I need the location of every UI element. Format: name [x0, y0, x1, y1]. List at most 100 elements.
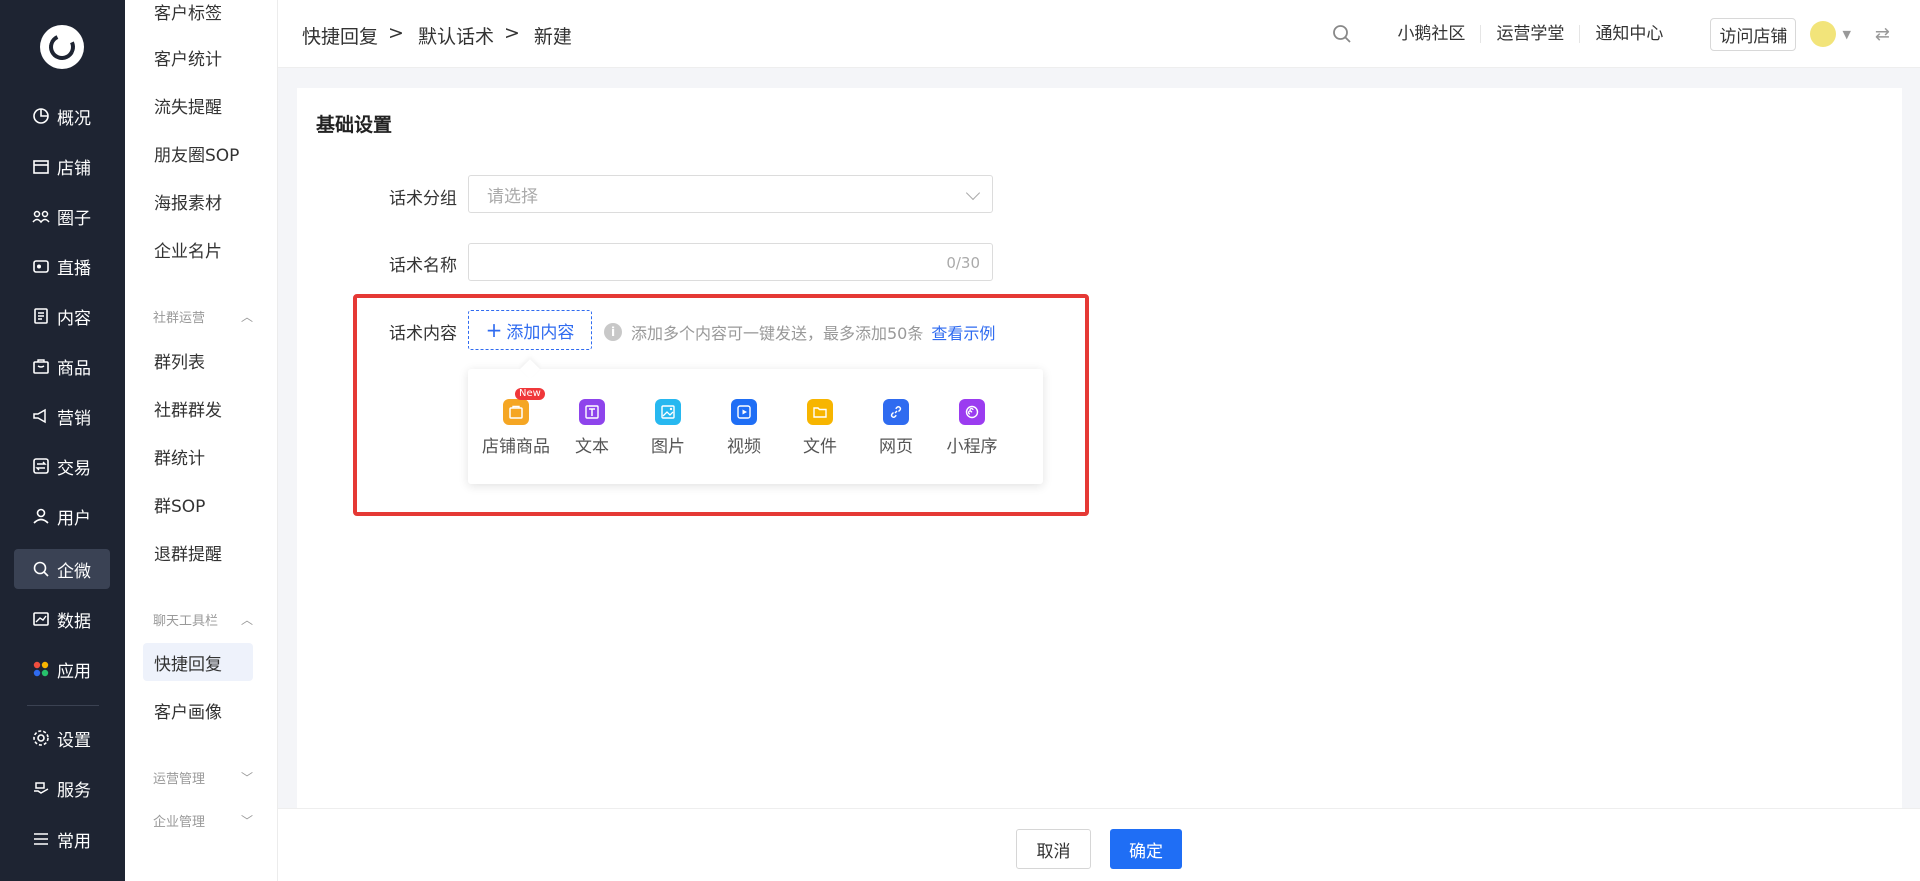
- crumb-new: 新建: [533, 26, 572, 48]
- nav-item-apps[interactable]: 应用: [14, 649, 110, 689]
- section-title: 基础设置: [316, 114, 393, 136]
- chevron-up-icon: ︿: [240, 309, 253, 324]
- wecom-icon: [32, 560, 50, 578]
- sub-item-customer-tags[interactable]: 客户标签: [143, 0, 253, 30]
- user-icon: [32, 507, 50, 525]
- option-image[interactable]: 图片: [630, 399, 706, 457]
- exchange-icon: [32, 457, 50, 475]
- confirm-button[interactable]: 确定: [1110, 829, 1182, 869]
- visit-store-button[interactable]: 访问店铺: [1710, 17, 1797, 51]
- option-store-goods[interactable]: New 店铺商品: [478, 388, 554, 457]
- nav-item-goods[interactable]: 商品: [14, 346, 110, 386]
- sub-item-group-sop[interactable]: 群SOP: [143, 485, 253, 523]
- sub-item-customer-stats[interactable]: 客户统计: [143, 38, 253, 76]
- folder-icon: [807, 399, 833, 425]
- nav-item-common[interactable]: 常用: [14, 819, 110, 859]
- chevron-down-icon: [965, 185, 981, 201]
- bag-icon: [32, 357, 50, 375]
- new-badge: New: [515, 388, 545, 400]
- nav-item-store[interactable]: 店铺: [14, 146, 110, 186]
- option-video[interactable]: 视频: [706, 399, 782, 457]
- sub-group-enterprise[interactable]: 企业管理 ﹀: [153, 808, 253, 832]
- breadcrumb: 快捷回复 > 默认话术 > 新建: [302, 22, 572, 49]
- option-text[interactable]: 文本: [554, 399, 630, 457]
- link-community[interactable]: 小鹅社区: [1382, 25, 1482, 43]
- nav-item-content[interactable]: 内容: [14, 296, 110, 336]
- chevron-down-icon[interactable]: ▼: [1842, 28, 1850, 41]
- link-notifications[interactable]: 通知中心: [1580, 25, 1678, 43]
- select-placeholder: 请选择: [487, 186, 538, 207]
- nav-item-data[interactable]: 数据: [14, 599, 110, 639]
- apps-icon: [32, 660, 50, 678]
- main-nav: 概况 店铺 圈子 直播 内容 商品 营销 交易 用户 企微 数据 应用 设置 服…: [0, 0, 125, 881]
- pie-chart-icon: [32, 107, 50, 125]
- sub-item-churn-alert[interactable]: 流失提醒: [143, 86, 253, 124]
- group-label: 话术分组: [389, 189, 457, 209]
- chevron-down-icon: ﹀: [240, 813, 253, 828]
- sub-group-chat-toolbar[interactable]: 聊天工具栏 ︿: [153, 607, 253, 631]
- sub-item-quick-reply[interactable]: 快捷回复: [143, 643, 253, 681]
- crumb-quick-reply[interactable]: 快捷回复: [302, 22, 378, 49]
- nav-item-community[interactable]: 圈子: [14, 196, 110, 236]
- nav-item-user[interactable]: 用户: [14, 496, 110, 536]
- sub-item-leave-alert[interactable]: 退群提醒: [143, 533, 253, 571]
- option-webpage[interactable]: 网页: [858, 399, 934, 457]
- sub-item-customer-profile[interactable]: 客户画像: [143, 691, 253, 729]
- store-goods-icon: New: [503, 388, 545, 425]
- sub-item-group-broadcast[interactable]: 社群群发: [143, 389, 253, 427]
- script-name-input[interactable]: 0/30: [468, 243, 993, 281]
- crumb-default-script[interactable]: 默认话术: [418, 22, 494, 49]
- header-actions: 小鹅社区 运营学堂 通知中心 访问店铺 ▼ ⇄: [1332, 17, 1890, 51]
- video-icon: [731, 399, 757, 425]
- gear-icon: [32, 729, 50, 747]
- list-icon: [32, 830, 50, 848]
- option-file[interactable]: 文件: [782, 399, 858, 457]
- document-icon: [32, 307, 50, 325]
- content-type-popover: New 店铺商品 文本 图片 视频 文件 网页 小程序: [468, 359, 1043, 484]
- sub-item-moments-sop[interactable]: 朋友圈SOP: [143, 134, 253, 172]
- sub-group-community[interactable]: 社群运营 ︿: [153, 304, 253, 328]
- link-academy[interactable]: 运营学堂: [1481, 25, 1581, 43]
- content-label: 话术内容: [389, 324, 457, 344]
- mini-program-icon: [959, 399, 985, 425]
- community-icon: [32, 207, 50, 225]
- nav-item-live[interactable]: 直播: [14, 246, 110, 286]
- add-content-button[interactable]: + 添加内容: [468, 310, 592, 350]
- service-icon: [32, 779, 50, 797]
- name-label: 话术名称: [389, 256, 457, 276]
- nav-divider: [27, 705, 99, 706]
- nav-item-wecom[interactable]: 企微: [14, 549, 110, 589]
- cancel-button[interactable]: 取消: [1016, 829, 1091, 869]
- live-icon: [32, 257, 50, 275]
- sub-item-posters[interactable]: 海报素材: [143, 182, 253, 220]
- nav-item-service[interactable]: 服务: [14, 768, 110, 808]
- sub-item-group-list[interactable]: 群列表: [143, 341, 253, 379]
- nav-item-marketing[interactable]: 营销: [14, 396, 110, 436]
- content-tip: i 添加多个内容可一键发送，最多添加50条 查看示例: [604, 320, 995, 344]
- top-header: 快捷回复 > 默认话术 > 新建 小鹅社区 运营学堂 通知中心 访问店铺 ▼ ⇄: [278, 0, 1920, 68]
- link-icon: [883, 399, 909, 425]
- char-count: 0/30: [946, 254, 980, 272]
- text-icon: [579, 399, 605, 425]
- switch-icon[interactable]: ⇄: [1875, 24, 1890, 45]
- nav-item-settings[interactable]: 设置: [14, 718, 110, 758]
- megaphone-icon: [32, 407, 50, 425]
- nav-item-trade[interactable]: 交易: [14, 446, 110, 486]
- sub-item-group-stats[interactable]: 群统计: [143, 437, 253, 475]
- sub-item-business-card[interactable]: 企业名片: [143, 230, 253, 268]
- option-mini-program[interactable]: 小程序: [934, 399, 1010, 457]
- sub-group-operations[interactable]: 运营管理 ﹀: [153, 765, 253, 789]
- image-icon: [655, 399, 681, 425]
- avatar[interactable]: [1810, 21, 1837, 47]
- view-example-link[interactable]: 查看示例: [931, 320, 995, 344]
- crumb-separator: >: [503, 22, 520, 44]
- app-logo[interactable]: [40, 25, 84, 69]
- form-card: 基础设置 话术分组 请选择 话术名称 0/30 话术内容 + 添加内容 i 添加…: [297, 88, 1902, 808]
- script-group-select[interactable]: 请选择: [468, 175, 993, 213]
- sub-nav: 客户标签 客户统计 流失提醒 朋友圈SOP 海报素材 企业名片 社群运营 ︿ 群列…: [125, 0, 278, 881]
- data-icon: [32, 610, 50, 628]
- store-icon: [32, 157, 50, 175]
- nav-item-overview[interactable]: 概况: [14, 96, 110, 136]
- plus-icon: +: [485, 318, 503, 342]
- search-icon[interactable]: [1332, 24, 1352, 44]
